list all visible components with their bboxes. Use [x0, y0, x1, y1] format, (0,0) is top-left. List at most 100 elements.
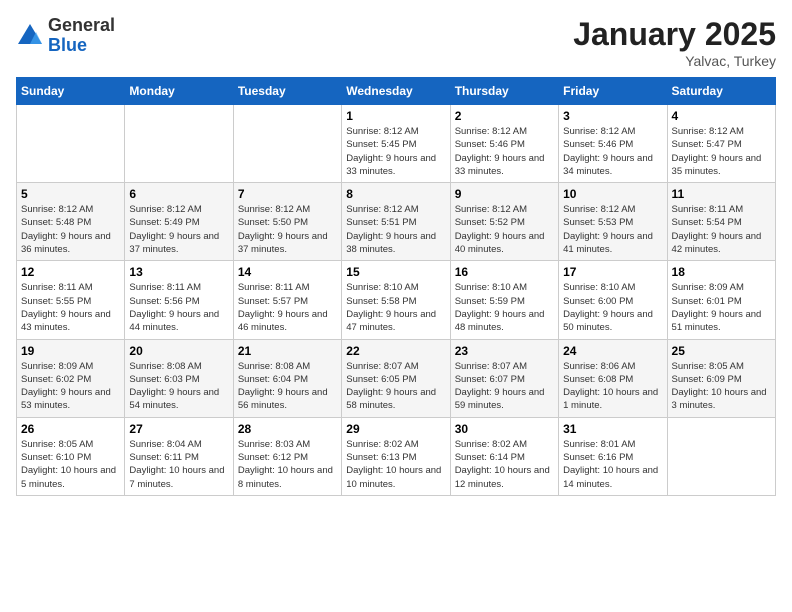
calendar-cell: 13 Sunrise: 8:11 AMSunset: 5:56 PMDayligh… [125, 261, 233, 339]
day-number: 15 [346, 265, 445, 279]
header-friday: Friday [559, 78, 667, 105]
day-number: 10 [563, 187, 662, 201]
day-number: 28 [238, 422, 337, 436]
calendar-cell: 15 Sunrise: 8:10 AMSunset: 5:58 PMDayligh… [342, 261, 450, 339]
day-number: 14 [238, 265, 337, 279]
header-thursday: Thursday [450, 78, 558, 105]
header-sunday: Sunday [17, 78, 125, 105]
day-number: 7 [238, 187, 337, 201]
day-number: 5 [21, 187, 120, 201]
calendar-cell: 28 Sunrise: 8:03 AMSunset: 6:12 PMDayligh… [233, 417, 341, 495]
day-number: 22 [346, 344, 445, 358]
day-info: Sunrise: 8:01 AMSunset: 6:16 PMDaylight:… [563, 438, 662, 491]
logo-blue: Blue [48, 36, 115, 56]
calendar-table: SundayMondayTuesdayWednesdayThursdayFrid… [16, 77, 776, 496]
logo-icon [16, 22, 44, 50]
day-number: 27 [129, 422, 228, 436]
day-info: Sunrise: 8:07 AMSunset: 6:07 PMDaylight:… [455, 360, 554, 413]
header-tuesday: Tuesday [233, 78, 341, 105]
day-info: Sunrise: 8:02 AMSunset: 6:14 PMDaylight:… [455, 438, 554, 491]
calendar-cell: 1Sunrise: 8:12 AMSunset: 5:45 PMDaylight… [342, 105, 450, 183]
calendar-cell: 9Sunrise: 8:12 AMSunset: 5:52 PMDaylight… [450, 183, 558, 261]
calendar-cell: 20 Sunrise: 8:08 AMSunset: 6:03 PMDayligh… [125, 339, 233, 417]
calendar-cell: 25Sunrise: 8:05 AMSunset: 6:09 PMDayligh… [667, 339, 775, 417]
calendar-cell: 18Sunrise: 8:09 AMSunset: 6:01 PMDayligh… [667, 261, 775, 339]
day-number: 17 [563, 265, 662, 279]
day-number: 23 [455, 344, 554, 358]
calendar-cell: 17 Sunrise: 8:10 AMSunset: 6:00 PMDayligh… [559, 261, 667, 339]
calendar-cell: 24Sunrise: 8:06 AMSunset: 6:08 PMDayligh… [559, 339, 667, 417]
day-number: 26 [21, 422, 120, 436]
day-number: 6 [129, 187, 228, 201]
day-info: Sunrise: 8:11 AMSunset: 5:54 PMDaylight:… [672, 203, 771, 256]
day-info: Sunrise: 8:12 AMSunset: 5:50 PMDaylight:… [238, 203, 337, 256]
day-number: 18 [672, 265, 771, 279]
day-number: 29 [346, 422, 445, 436]
calendar-cell: 31 Sunrise: 8:01 AMSunset: 6:16 PMDayligh… [559, 417, 667, 495]
calendar-cell [125, 105, 233, 183]
day-number: 11 [672, 187, 771, 201]
calendar-cell: 12Sunrise: 8:11 AMSunset: 5:55 PMDayligh… [17, 261, 125, 339]
calendar-week-row: 19 Sunrise: 8:09 AMSunset: 6:02 PMDayligh… [17, 339, 776, 417]
calendar-cell: 29 Sunrise: 8:02 AMSunset: 6:13 PMDayligh… [342, 417, 450, 495]
day-number: 20 [129, 344, 228, 358]
day-number: 16 [455, 265, 554, 279]
day-info: Sunrise: 8:06 AMSunset: 6:08 PMDaylight:… [563, 360, 662, 413]
calendar-week-row: 5 Sunrise: 8:12 AMSunset: 5:48 PMDaylight… [17, 183, 776, 261]
day-info: Sunrise: 8:12 AMSunset: 5:47 PMDaylight:… [672, 125, 771, 178]
calendar-cell: 5 Sunrise: 8:12 AMSunset: 5:48 PMDaylight… [17, 183, 125, 261]
logo-general: General [48, 16, 115, 36]
day-info: Sunrise: 8:12 AMSunset: 5:48 PMDaylight:… [21, 203, 120, 256]
day-info: Sunrise: 8:11 AMSunset: 5:56 PMDaylight:… [129, 281, 228, 334]
page-header: General Blue January 2025 Yalvac, Turkey [16, 16, 776, 69]
day-info: Sunrise: 8:12 AMSunset: 5:46 PMDaylight:… [455, 125, 554, 178]
calendar-cell [667, 417, 775, 495]
month-title: January 2025 [573, 16, 776, 53]
calendar-cell: 8Sunrise: 8:12 AMSunset: 5:51 PMDaylight… [342, 183, 450, 261]
header-monday: Monday [125, 78, 233, 105]
logo-text: General Blue [48, 16, 115, 56]
calendar-cell: 3 Sunrise: 8:12 AMSunset: 5:46 PMDaylight… [559, 105, 667, 183]
calendar-cell: 6 Sunrise: 8:12 AMSunset: 5:49 PMDaylight… [125, 183, 233, 261]
day-info: Sunrise: 8:12 AMSunset: 5:51 PMDaylight:… [346, 203, 445, 256]
day-number: 1 [346, 109, 445, 123]
day-info: Sunrise: 8:03 AMSunset: 6:12 PMDaylight:… [238, 438, 337, 491]
calendar-cell: 4 Sunrise: 8:12 AMSunset: 5:47 PMDaylight… [667, 105, 775, 183]
title-block: January 2025 Yalvac, Turkey [573, 16, 776, 69]
header-saturday: Saturday [667, 78, 775, 105]
calendar-cell: 16Sunrise: 8:10 AMSunset: 5:59 PMDayligh… [450, 261, 558, 339]
day-info: Sunrise: 8:12 AMSunset: 5:53 PMDaylight:… [563, 203, 662, 256]
day-number: 4 [672, 109, 771, 123]
day-info: Sunrise: 8:10 AMSunset: 5:58 PMDaylight:… [346, 281, 445, 334]
header-wednesday: Wednesday [342, 78, 450, 105]
day-info: Sunrise: 8:05 AMSunset: 6:10 PMDaylight:… [21, 438, 120, 491]
calendar-cell: 30 Sunrise: 8:02 AMSunset: 6:14 PMDayligh… [450, 417, 558, 495]
day-info: Sunrise: 8:09 AMSunset: 6:02 PMDaylight:… [21, 360, 120, 413]
day-info: Sunrise: 8:08 AMSunset: 6:04 PMDaylight:… [238, 360, 337, 413]
day-number: 9 [455, 187, 554, 201]
logo: General Blue [16, 16, 115, 56]
calendar-week-row: 1Sunrise: 8:12 AMSunset: 5:45 PMDaylight… [17, 105, 776, 183]
day-number: 19 [21, 344, 120, 358]
calendar-cell: 26 Sunrise: 8:05 AMSunset: 6:10 PMDayligh… [17, 417, 125, 495]
day-info: Sunrise: 8:10 AMSunset: 6:00 PMDaylight:… [563, 281, 662, 334]
day-info: Sunrise: 8:02 AMSunset: 6:13 PMDaylight:… [346, 438, 445, 491]
day-number: 13 [129, 265, 228, 279]
day-info: Sunrise: 8:04 AMSunset: 6:11 PMDaylight:… [129, 438, 228, 491]
calendar-cell: 7 Sunrise: 8:12 AMSunset: 5:50 PMDaylight… [233, 183, 341, 261]
calendar-cell: 22 Sunrise: 8:07 AMSunset: 6:05 PMDayligh… [342, 339, 450, 417]
day-info: Sunrise: 8:12 AMSunset: 5:46 PMDaylight:… [563, 125, 662, 178]
day-info: Sunrise: 8:08 AMSunset: 6:03 PMDaylight:… [129, 360, 228, 413]
day-info: Sunrise: 8:12 AMSunset: 5:49 PMDaylight:… [129, 203, 228, 256]
day-number: 30 [455, 422, 554, 436]
day-number: 3 [563, 109, 662, 123]
calendar-week-row: 26 Sunrise: 8:05 AMSunset: 6:10 PMDayligh… [17, 417, 776, 495]
day-info: Sunrise: 8:11 AMSunset: 5:57 PMDaylight:… [238, 281, 337, 334]
calendar-cell: 14 Sunrise: 8:11 AMSunset: 5:57 PMDayligh… [233, 261, 341, 339]
day-info: Sunrise: 8:07 AMSunset: 6:05 PMDaylight:… [346, 360, 445, 413]
day-number: 25 [672, 344, 771, 358]
calendar-cell: 21Sunrise: 8:08 AMSunset: 6:04 PMDayligh… [233, 339, 341, 417]
calendar-week-row: 12Sunrise: 8:11 AMSunset: 5:55 PMDayligh… [17, 261, 776, 339]
day-number: 31 [563, 422, 662, 436]
calendar-cell [17, 105, 125, 183]
